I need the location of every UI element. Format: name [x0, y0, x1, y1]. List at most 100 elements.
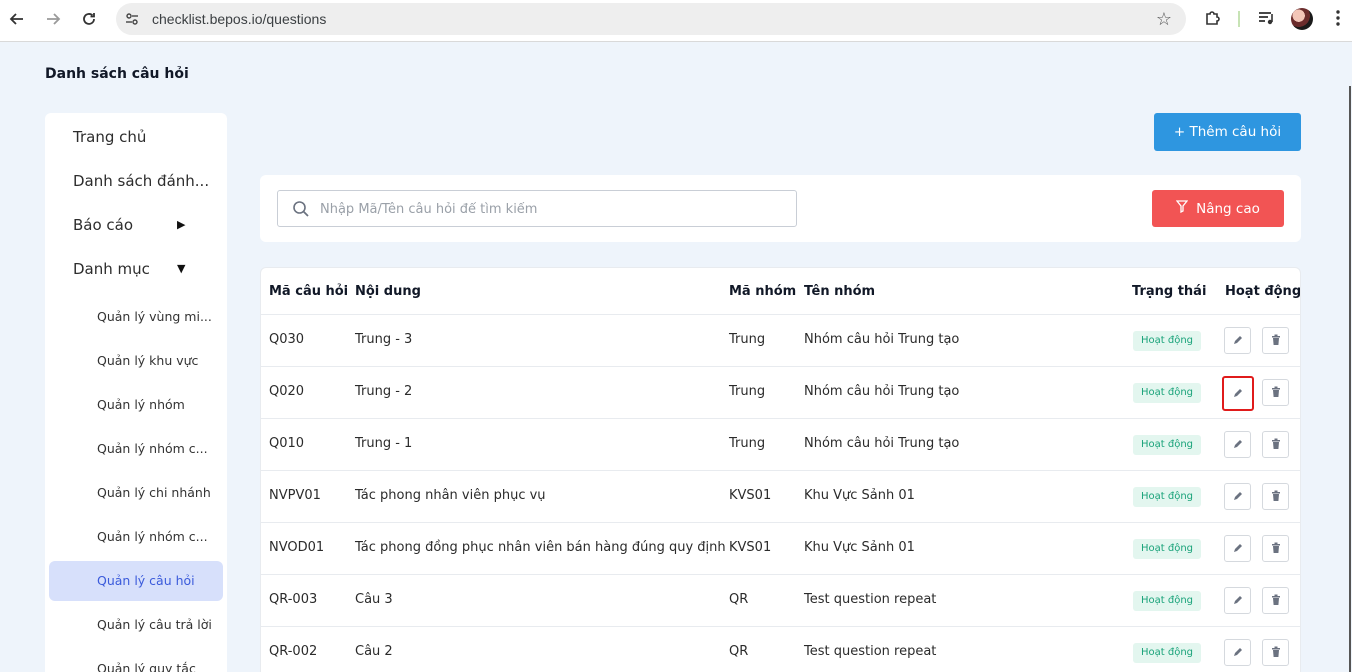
cell-code: NVPV01 — [269, 488, 321, 503]
sidebar-subitem-branches[interactable]: Quản lý chi nhánh — [49, 473, 223, 513]
delete-button[interactable] — [1262, 431, 1289, 458]
cell-content: Trung - 3 — [355, 332, 413, 347]
pencil-icon — [1232, 384, 1244, 403]
add-question-button[interactable]: + Thêm câu hỏi — [1154, 113, 1301, 151]
caret-right-icon: ▶ — [177, 218, 186, 231]
media-queue-icon[interactable] — [1256, 8, 1276, 28]
delete-button[interactable] — [1262, 535, 1289, 562]
sidebar-item-label: Quản lý nhóm c... — [97, 529, 208, 544]
status-badge: Hoạt động — [1133, 487, 1202, 507]
sidebar-item-label: Danh mục — [73, 260, 150, 278]
cell-group-name: Nhóm câu hỏi Trung tạo — [804, 436, 960, 451]
sidebar-item-label: Báo cáo — [73, 216, 134, 234]
site-settings-icon[interactable] — [124, 11, 140, 31]
cell-group-code: Trung — [729, 332, 766, 347]
edit-button[interactable] — [1224, 431, 1251, 458]
edit-button[interactable] — [1224, 327, 1251, 354]
pencil-icon — [1232, 435, 1244, 454]
sidebar-subitem-rules[interactable]: Quản lý quy tắc — [49, 649, 223, 672]
sidebar-item-reports[interactable]: Báo cáo ▶ — [45, 206, 227, 246]
cell-code: NVOD01 — [269, 540, 325, 555]
sidebar-subitem-groups[interactable]: Quản lý nhóm — [49, 385, 223, 425]
pencil-icon — [1232, 591, 1244, 610]
sidebar-item-evaluation-list[interactable]: Danh sách đánh... — [45, 162, 227, 202]
profile-avatar[interactable] — [1291, 8, 1313, 30]
edit-button[interactable] — [1224, 587, 1251, 614]
cell-code: QR-002 — [269, 644, 318, 659]
cell-content: Trung - 1 — [355, 436, 413, 451]
back-arrow-icon[interactable] — [6, 8, 28, 30]
cell-group-code: QR — [729, 644, 749, 659]
column-header-status[interactable]: Trạng thái — [1132, 284, 1206, 299]
cell-group-name: Nhóm câu hỏi Trung tạo — [804, 384, 960, 399]
edit-button[interactable] — [1222, 376, 1254, 411]
kebab-menu-icon[interactable] — [1330, 8, 1346, 28]
page-scrollbar[interactable] — [1349, 86, 1351, 672]
delete-button[interactable] — [1262, 483, 1289, 510]
sidebar-item-home[interactable]: Trang chủ — [45, 118, 227, 158]
trash-icon — [1270, 383, 1282, 402]
sidebar-item-label: Quản lý câu hỏi — [97, 573, 195, 588]
cell-code: Q020 — [269, 384, 305, 399]
cell-code: Q030 — [269, 332, 305, 347]
sidebar-item-label: Quản lý nhóm c... — [97, 441, 208, 456]
table-row[interactable]: Q010 Trung - 1 Trung Nhóm câu hỏi Trung … — [261, 418, 1300, 470]
cell-content: Câu 2 — [355, 644, 393, 659]
column-header-group-code[interactable]: Mã nhóm — [729, 284, 796, 299]
delete-button[interactable] — [1262, 587, 1289, 614]
filter-icon — [1175, 200, 1189, 217]
cell-group-code: Trung — [729, 384, 766, 399]
sidebar-item-categories[interactable]: Danh mục ▼ — [45, 250, 227, 290]
bookmark-star-icon[interactable]: ☆ — [1156, 9, 1172, 30]
cell-group-name: Test question repeat — [804, 644, 937, 659]
sidebar-item-label: Quản lý chi nhánh — [97, 485, 211, 500]
edit-button[interactable] — [1224, 639, 1251, 666]
table-row[interactable]: Q030 Trung - 3 Trung Nhóm câu hỏi Trung … — [261, 314, 1300, 366]
address-bar[interactable]: checklist.bepos.io/questions ☆ — [116, 3, 1186, 35]
sidebar-subitem-answers[interactable]: Quản lý câu trả lời — [49, 605, 223, 645]
table-row[interactable]: QR-003 Câu 3 QR Test question repeat Hoạ… — [261, 574, 1300, 626]
table-row[interactable]: NVPV01 Tác phong nhân viên phục vụ KVS01… — [261, 470, 1300, 522]
column-header-content[interactable]: Nội dung — [355, 284, 421, 299]
search-icon — [292, 200, 310, 222]
delete-button[interactable] — [1262, 639, 1289, 666]
column-header-code[interactable]: Mã câu hỏi — [269, 284, 348, 299]
sidebar-subitem-regions[interactable]: Quản lý vùng mi... — [49, 297, 223, 337]
pencil-icon — [1232, 643, 1244, 662]
edit-button[interactable] — [1224, 483, 1251, 510]
advanced-filter-button[interactable]: Nâng cao — [1152, 190, 1284, 227]
table-row[interactable]: NVOD01 Tác phong đồng phục nhân viên bán… — [261, 522, 1300, 574]
delete-button[interactable] — [1262, 379, 1289, 406]
trash-icon — [1270, 435, 1282, 454]
sidebar-item-label: Danh sách đánh... — [73, 172, 210, 190]
sidebar-item-label: Quản lý vùng mi... — [97, 309, 212, 324]
sidebar-item-label: Trang chủ — [73, 128, 147, 146]
reload-icon[interactable] — [78, 8, 100, 30]
search-field[interactable] — [277, 190, 797, 227]
table-row[interactable]: Q020 Trung - 2 Trung Nhóm câu hỏi Trung … — [261, 366, 1300, 418]
cell-code: Q010 — [269, 436, 305, 451]
search-panel: Nâng cao — [260, 175, 1301, 242]
sidebar-subitem-questions[interactable]: Quản lý câu hỏi — [49, 561, 223, 601]
url-text[interactable]: checklist.bepos.io/questions — [152, 11, 326, 27]
sidebar-item-label: Quản lý nhóm — [97, 397, 185, 412]
sidebar-subitem-group-c-2[interactable]: Quản lý nhóm c... — [49, 517, 223, 557]
column-header-group-name[interactable]: Tên nhóm — [804, 284, 875, 299]
edit-button[interactable] — [1224, 535, 1251, 562]
sidebar-subitem-group-c-1[interactable]: Quản lý nhóm c... — [49, 429, 223, 469]
browser-toolbar: checklist.bepos.io/questions ☆ — [0, 0, 1352, 42]
sidebar-subitem-areas[interactable]: Quản lý khu vực — [49, 341, 223, 381]
table-row[interactable]: QR-002 Câu 2 QR Test question repeat Hoạ… — [261, 626, 1300, 672]
delete-button[interactable] — [1262, 327, 1289, 354]
trash-icon — [1270, 331, 1282, 350]
pencil-icon — [1232, 331, 1244, 350]
trash-icon — [1270, 643, 1282, 662]
column-header-actions: Hoạt động — [1225, 284, 1301, 299]
status-badge: Hoạt động — [1133, 383, 1202, 403]
status-badge: Hoạt động — [1133, 435, 1202, 455]
search-input[interactable] — [320, 197, 780, 221]
forward-arrow-icon[interactable] — [42, 8, 64, 30]
cell-group-code: QR — [729, 592, 749, 607]
extensions-icon[interactable] — [1203, 8, 1223, 28]
status-badge: Hoạt động — [1133, 331, 1202, 351]
